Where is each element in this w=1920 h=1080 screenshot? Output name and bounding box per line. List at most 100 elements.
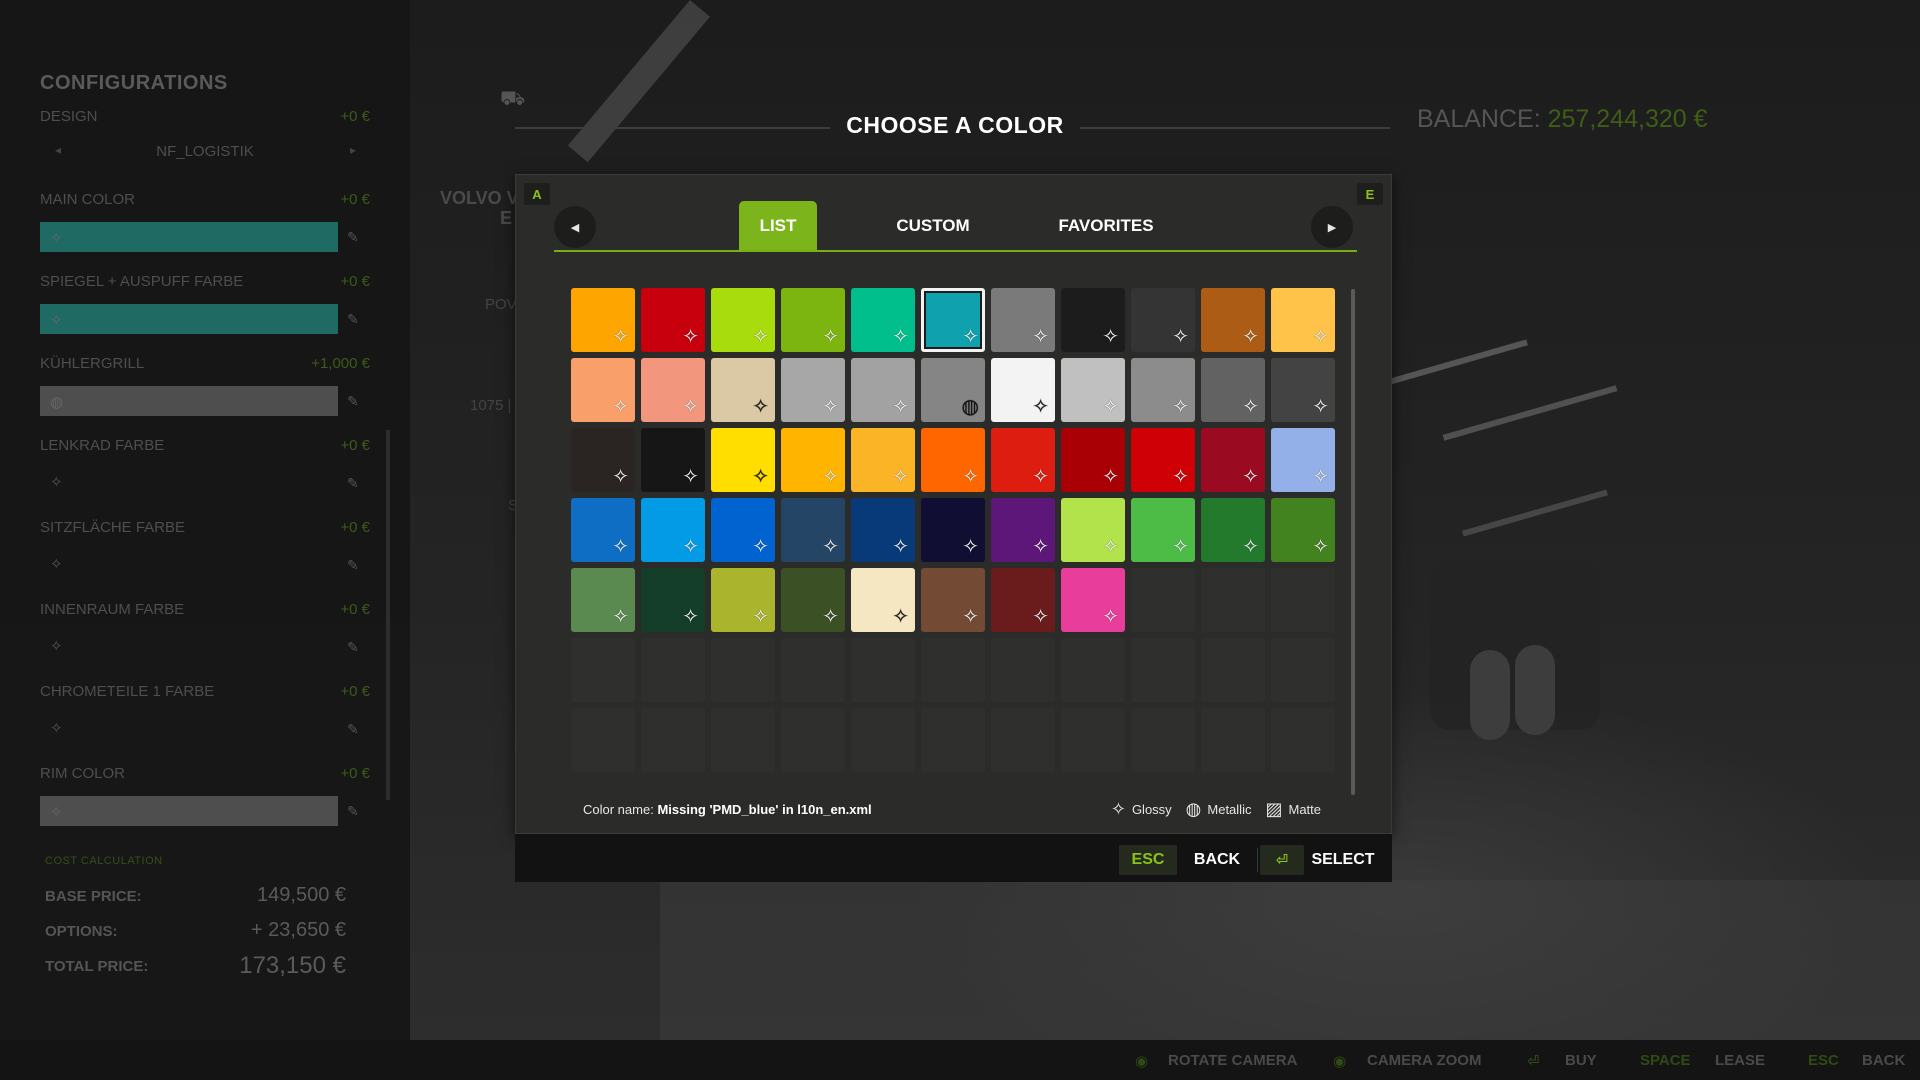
color-swatch[interactable]: ✧: [781, 358, 845, 422]
color-swatch[interactable]: ✧: [1061, 498, 1125, 562]
panel-scrollbar[interactable]: [386, 430, 390, 800]
color-swatch[interactable]: ✧: [571, 288, 635, 352]
color-swatch[interactable]: ✧: [851, 358, 915, 422]
color-swatch[interactable]: ✧: [921, 288, 985, 352]
color-swatch[interactable]: ✧: [711, 568, 775, 632]
rotate-camera-action[interactable]: ROTATE CAMERA: [1168, 1052, 1297, 1069]
color-swatch[interactable]: ✧: [1131, 428, 1195, 492]
color-swatch[interactable]: ✧: [991, 428, 1055, 492]
glossy-icon[interactable]: ✧: [50, 719, 63, 737]
color-swatch[interactable]: ✧: [711, 288, 775, 352]
color-swatch[interactable]: ✧: [641, 288, 705, 352]
color-swatch[interactable]: ✧: [1061, 428, 1125, 492]
color-swatch[interactable]: ✧: [1131, 358, 1195, 422]
configurations-panel: CONFIGURATIONS DESIGN +0 € ◂ NF_LOGISTIK…: [0, 0, 410, 1080]
enter-key-icon[interactable]: ⏎: [1260, 845, 1304, 875]
edit-icon[interactable]: ✎: [347, 557, 359, 574]
back-button[interactable]: BACK: [1187, 845, 1247, 875]
lease-action[interactable]: LEASE: [1715, 1052, 1765, 1069]
color-swatch[interactable]: ✧: [991, 568, 1055, 632]
next-tab-button[interactable]: ▶: [1311, 206, 1353, 248]
color-swatch[interactable]: ✧: [851, 498, 915, 562]
color-swatch[interactable]: ✧: [1061, 568, 1125, 632]
color-swatch[interactable]: ✧: [571, 498, 635, 562]
color-picker-dialog: A E ◀ ▶ LIST CUSTOM FAVORITES ✧ ✧ ✧ ✧ ✧ ✧ ✧ ✧ ✧ ✧…: [515, 174, 1392, 834]
color-swatch[interactable]: ✧: [921, 428, 985, 492]
color-swatch[interactable]: ✧: [991, 288, 1055, 352]
empty-color-slot: [991, 708, 1055, 772]
grid-scrollbar[interactable]: [1351, 289, 1355, 795]
kuehlergrill-swatch[interactable]: ◍: [40, 386, 338, 416]
design-value[interactable]: NF_LOGISTIK: [40, 143, 370, 160]
color-swatch[interactable]: ✧: [641, 428, 705, 492]
buy-action[interactable]: BUY: [1565, 1052, 1597, 1069]
tab-custom[interactable]: CUSTOM: [873, 201, 993, 251]
color-swatch[interactable]: ✧: [851, 568, 915, 632]
color-swatch[interactable]: ✧: [711, 358, 775, 422]
design-next-icon[interactable]: ▸: [350, 143, 356, 157]
title-divider: [515, 127, 830, 129]
color-swatch[interactable]: ✧: [851, 428, 915, 492]
color-swatch[interactable]: ✧: [991, 358, 1055, 422]
spiegel-swatch[interactable]: ✧: [40, 304, 338, 334]
glossy-icon: ✧: [1242, 396, 1259, 418]
esc-key-button[interactable]: ESC: [1119, 845, 1177, 875]
glossy-icon[interactable]: ✧: [50, 637, 63, 655]
grid-scroll-thumb[interactable]: [1351, 289, 1355, 795]
color-swatch[interactable]: ✧: [921, 498, 985, 562]
color-swatch[interactable]: ✧: [641, 568, 705, 632]
color-swatch[interactable]: ✧: [1201, 498, 1265, 562]
edit-icon[interactable]: ✎: [347, 475, 359, 492]
chrometeile-price: +0 €: [340, 683, 370, 700]
rim-color-swatch[interactable]: ✧: [40, 796, 338, 826]
edit-icon[interactable]: ✎: [347, 393, 359, 410]
color-swatch[interactable]: ✧: [641, 498, 705, 562]
color-swatch[interactable]: ✧: [1271, 288, 1335, 352]
color-swatch[interactable]: ✧: [1201, 428, 1265, 492]
glossy-icon: ✧: [1110, 799, 1126, 819]
color-swatch[interactable]: ✧: [1131, 288, 1195, 352]
color-swatch[interactable]: ✧: [1201, 288, 1265, 352]
color-swatch[interactable]: ✧: [1061, 358, 1125, 422]
color-swatch[interactable]: ✧: [1271, 428, 1335, 492]
glossy-icon[interactable]: ✧: [50, 555, 63, 573]
edit-icon[interactable]: ✎: [347, 229, 359, 246]
color-swatch[interactable]: ✧: [641, 358, 705, 422]
color-swatch[interactable]: ◍: [921, 358, 985, 422]
color-swatch[interactable]: ✧: [1201, 358, 1265, 422]
arrow-left-icon: ◀: [570, 221, 580, 234]
tab-favorites[interactable]: FAVORITES: [1036, 201, 1176, 251]
camera-zoom-action[interactable]: CAMERA ZOOM: [1367, 1052, 1481, 1069]
glossy-icon: ✧: [1312, 536, 1329, 558]
color-swatch[interactable]: ✧: [1061, 288, 1125, 352]
color-swatch[interactable]: ✧: [781, 288, 845, 352]
glossy-icon: ✧: [822, 466, 839, 488]
color-swatch[interactable]: ✧: [1271, 498, 1335, 562]
color-swatch[interactable]: ✧: [921, 568, 985, 632]
color-swatch[interactable]: ✧: [1271, 358, 1335, 422]
color-swatch[interactable]: ✧: [991, 498, 1055, 562]
color-swatch[interactable]: ✧: [781, 498, 845, 562]
edit-icon[interactable]: ✎: [347, 639, 359, 656]
glossy-icon[interactable]: ✧: [50, 473, 63, 491]
prev-tab-button[interactable]: ◀: [554, 206, 596, 248]
color-swatch[interactable]: ✧: [1131, 498, 1195, 562]
edit-icon[interactable]: ✎: [347, 721, 359, 738]
color-swatch[interactable]: ✧: [781, 428, 845, 492]
edit-icon[interactable]: ✎: [347, 311, 359, 328]
color-swatch[interactable]: ✧: [571, 358, 635, 422]
select-button[interactable]: SELECT: [1308, 845, 1378, 875]
color-grid: ✧ ✧ ✧ ✧ ✧ ✧ ✧ ✧ ✧ ✧ ✧ ✧ ✧ ✧ ✧ ✧ ◍ ✧ ✧ ✧ ✧ ✧ ✧ ✧ ✧ ✧ ✧ ✧ ✧ ✧ ✧ ✧ ✧ ✧ ✧ ✧ ✧ ✧ ✧ ✧…: [571, 288, 1341, 772]
color-swatch[interactable]: ✧: [711, 498, 775, 562]
glossy-icon: ✧: [1172, 536, 1189, 558]
color-swatch[interactable]: ✧: [781, 568, 845, 632]
main-color-swatch[interactable]: ✧: [40, 222, 338, 252]
tab-list[interactable]: LIST: [739, 201, 817, 251]
color-swatch[interactable]: ✧: [571, 428, 635, 492]
back-action[interactable]: BACK: [1862, 1052, 1905, 1069]
metallic-icon: ◍: [1185, 799, 1202, 819]
edit-icon[interactable]: ✎: [347, 803, 359, 820]
color-swatch[interactable]: ✧: [571, 568, 635, 632]
color-swatch[interactable]: ✧: [851, 288, 915, 352]
color-swatch[interactable]: ✧: [711, 428, 775, 492]
